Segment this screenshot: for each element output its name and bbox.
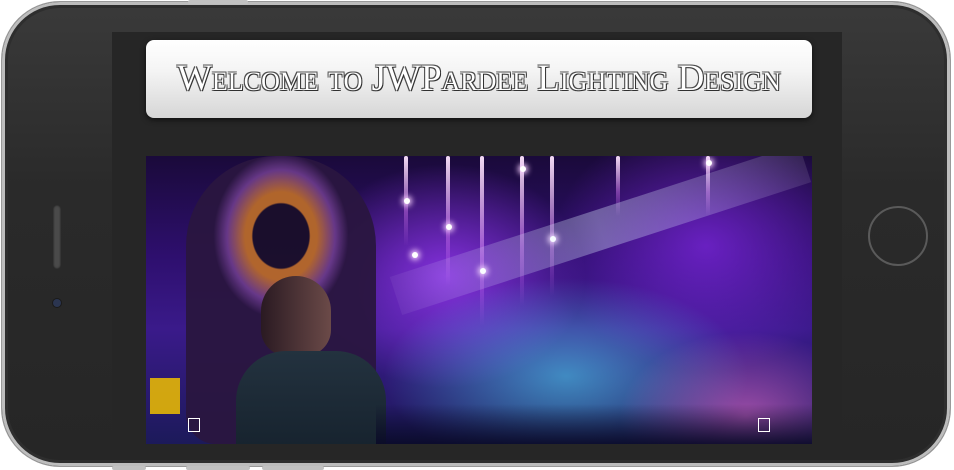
lighting-truss	[389, 156, 812, 316]
phone-speaker	[53, 205, 61, 269]
mute-switch[interactable]	[112, 466, 146, 470]
light-dot	[446, 224, 452, 230]
power-button[interactable]	[188, 0, 248, 4]
volume-down-button[interactable]	[262, 466, 324, 470]
light-dot	[520, 166, 526, 172]
prev-slide-icon[interactable]	[188, 418, 200, 432]
phone-screen: Welcome to JWPardee Lighting Design	[112, 32, 842, 444]
hero-slideshow	[146, 156, 812, 444]
home-button[interactable]	[868, 206, 928, 266]
light-dot	[404, 198, 410, 204]
musician-body	[236, 351, 386, 444]
phone-frame: Welcome to JWPardee Lighting Design	[2, 2, 950, 466]
exit-sign	[150, 378, 180, 414]
light-beam	[520, 156, 524, 306]
header-banner: Welcome to JWPardee Lighting Design	[146, 40, 812, 118]
next-slide-icon[interactable]	[758, 418, 770, 432]
phone-camera	[53, 299, 61, 307]
light-dot	[706, 160, 712, 166]
volume-up-button[interactable]	[186, 466, 250, 470]
light-beam	[480, 156, 484, 326]
light-dot	[412, 252, 418, 258]
page-title: Welcome to JWPardee Lighting Design	[177, 58, 781, 99]
musician-head	[261, 276, 331, 356]
crowd-silhouette	[376, 404, 812, 444]
